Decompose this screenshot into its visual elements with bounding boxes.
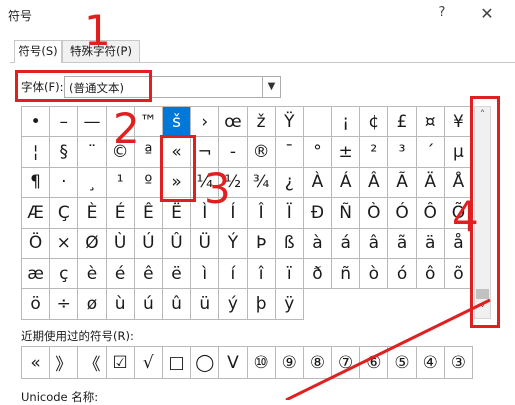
tab-symbols[interactable]: 符号(S) <box>14 40 62 63</box>
annotation-arrow <box>285 298 491 400</box>
